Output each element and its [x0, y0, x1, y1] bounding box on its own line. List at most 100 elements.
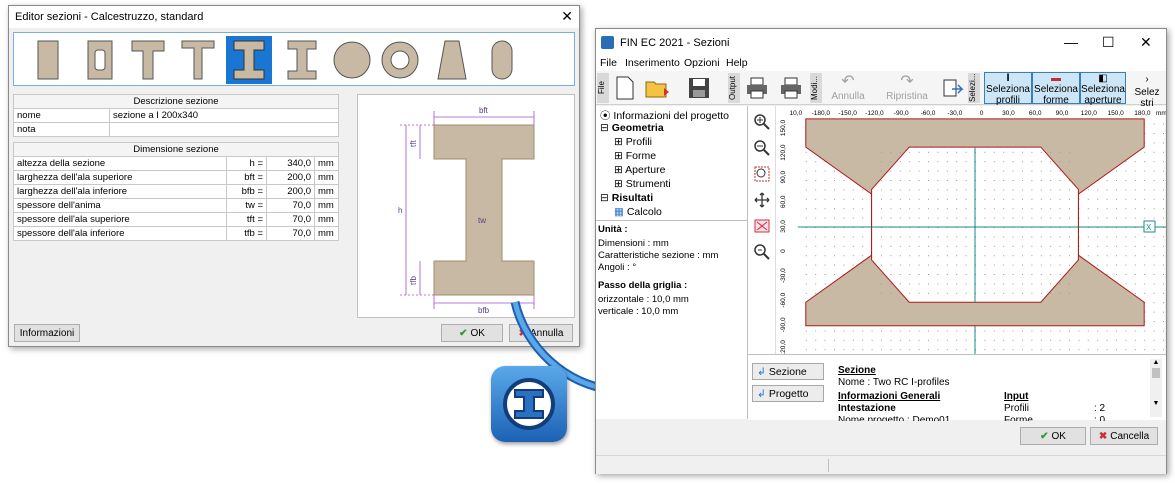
bottom-flange-width-value-field[interactable]: 200,0	[266, 184, 315, 199]
grid-dot	[834, 208, 835, 210]
hollow-i-section-shape-button[interactable]	[280, 36, 324, 84]
select-openings-button[interactable]: ◧ Seleziona aperture	[1080, 72, 1126, 106]
project-button[interactable]: ↲ Progetto	[752, 385, 824, 402]
copy-to-clipboard-icon[interactable]	[940, 73, 966, 103]
save-icon[interactable]	[686, 73, 712, 103]
undo-button[interactable]: ↶ Annulla	[828, 73, 868, 102]
rectangle-shape-button[interactable]	[26, 36, 70, 84]
t-section-variant-shape-button[interactable]	[176, 36, 220, 84]
i-section-shape-button[interactable]	[226, 36, 272, 84]
drawing-canvas[interactable]: YX 210,0-180,0-150,0-120,0-90,0-60,0-30,…	[775, 106, 1167, 359]
scroll-up-icon[interactable]: ▲	[1150, 359, 1162, 366]
grid-dot	[1050, 198, 1052, 200]
menu-help[interactable]: Help	[726, 57, 748, 69]
dimension-label: spessore dell'ala superiore	[13, 212, 227, 227]
bft-label: bft	[479, 106, 489, 115]
report-scrollbar[interactable]: ▲ ▼	[1150, 359, 1162, 417]
minimize-icon[interactable]: —	[1064, 34, 1078, 50]
grid-dot	[1059, 255, 1061, 257]
menu-file[interactable]: File	[600, 57, 617, 69]
oval-shape-button[interactable]	[480, 36, 524, 84]
name-field[interactable]: sezione a I 200x340	[109, 108, 339, 123]
scroll-down-icon[interactable]: ▼	[1150, 400, 1162, 407]
grid-dot	[993, 236, 995, 238]
tree-item-geometry[interactable]: ⊟ Geometria	[600, 122, 664, 134]
tft-label: tft	[409, 140, 418, 147]
zoom-reset-icon[interactable]	[752, 242, 772, 262]
grid-dot	[1144, 274, 1146, 275]
new-file-icon[interactable]	[612, 73, 638, 103]
close-icon[interactable]: ✕	[1140, 34, 1152, 51]
hollow-circle-shape-button[interactable]	[378, 36, 422, 84]
grid-dot	[852, 217, 854, 219]
grid-dot	[1097, 217, 1099, 219]
section-canvas-svg[interactable]: YX 210,0-180,0-150,0-120,0-90,0-60,0-30,…	[776, 106, 1167, 359]
tree-item-calculation[interactable]: ▦ Calcolo	[614, 206, 662, 218]
tree-item-shapes[interactable]: ⊞ Forme	[614, 150, 656, 162]
select-shapes-button[interactable]: ▬ Seleziona forme	[1032, 72, 1080, 106]
menu-options[interactable]: Opzioni	[684, 57, 720, 69]
select-strips-button[interactable]: › Selez stri	[1128, 73, 1166, 109]
select-profiles-button[interactable]: I Seleziona profili	[984, 72, 1032, 106]
grid-dot	[899, 198, 901, 200]
zoom-extents-icon[interactable]	[752, 216, 772, 236]
t-section-shape-button[interactable]	[126, 36, 170, 84]
grid-dot	[1022, 339, 1023, 341]
bottom-flange-thickness-value-field[interactable]: 70,0	[266, 226, 315, 241]
section-button[interactable]: ↲ Sezione	[752, 363, 824, 380]
tree-item-tools[interactable]: ⊞ Strumenti	[614, 178, 671, 190]
grid-dot	[1069, 245, 1070, 247]
grid-dot	[881, 151, 882, 153]
info-button[interactable]: Informazioni	[14, 324, 80, 342]
grid-dot	[1040, 245, 1042, 247]
window-ok-button[interactable]: ✔ OK	[1020, 427, 1086, 445]
open-folder-icon[interactable]	[644, 73, 670, 103]
zoom-in-icon[interactable]	[752, 112, 772, 132]
redo-button[interactable]: ↷ Ripristina	[882, 73, 932, 102]
grid-dot	[1012, 349, 1014, 351]
x-tick-label: -30,0	[947, 110, 962, 117]
dimension-symbol: bfb =	[226, 184, 267, 199]
zoom-window-icon[interactable]	[752, 164, 772, 184]
print-preview-icon[interactable]	[778, 73, 804, 103]
grid-dot	[1163, 151, 1164, 153]
window-cancel-button[interactable]: ✖ Cancella	[1090, 427, 1158, 445]
zoom-out-icon[interactable]	[752, 138, 772, 158]
tree-item-results[interactable]: ⊟ Risultati	[600, 192, 653, 204]
grid-dot	[1163, 208, 1164, 210]
tree-item-openings[interactable]: ⊞ Aperture	[614, 164, 665, 176]
close-icon[interactable]: ✕	[561, 8, 573, 25]
grid-dot	[909, 198, 911, 200]
tree-item-profiles[interactable]: ⊞ Profili	[614, 136, 652, 148]
pan-icon[interactable]	[752, 190, 772, 210]
grid-dot	[984, 264, 986, 266]
top-flange-width-value-field[interactable]: 200,0	[266, 170, 315, 185]
units-section-properties: Caratteristiche sezione : mm	[598, 250, 719, 261]
grid-dot	[1078, 330, 1080, 332]
tree-item-project-info[interactable]: ⦿ Informazioni del progetto	[600, 108, 729, 123]
ok-button[interactable]: ✔ OK	[441, 324, 503, 342]
grid-dot	[1116, 208, 1117, 210]
report-name-line: Nome : Two RC I-profiles	[838, 377, 950, 388]
grid-dot	[899, 180, 901, 181]
print-icon[interactable]	[744, 73, 770, 103]
circle-shape-button[interactable]	[330, 36, 374, 84]
web-thickness-value-field[interactable]: 70,0	[266, 198, 315, 213]
hollow-rectangle-shape-button[interactable]	[78, 36, 122, 84]
tree-label: Calcolo	[626, 206, 662, 218]
height-value-field[interactable]: 340,0	[266, 156, 315, 171]
grid-dot	[1125, 283, 1127, 285]
top-flange-thickness-value-field[interactable]: 70,0	[266, 212, 315, 227]
grid-dot	[993, 330, 995, 332]
grid-dot	[1022, 151, 1023, 153]
grid-dot	[1040, 151, 1042, 153]
grid-dot	[984, 170, 986, 172]
select-profiles-label: Seleziona profili	[986, 84, 1030, 106]
menu-insert[interactable]: Inserimento	[625, 57, 680, 69]
trapezoid-shape-button[interactable]	[430, 36, 474, 84]
maximize-icon[interactable]: ☐	[1102, 34, 1115, 51]
grid-dot	[862, 217, 864, 219]
note-field[interactable]	[109, 122, 339, 137]
scrollbar-thumb[interactable]	[1152, 368, 1160, 378]
grid-dot	[1012, 151, 1014, 153]
